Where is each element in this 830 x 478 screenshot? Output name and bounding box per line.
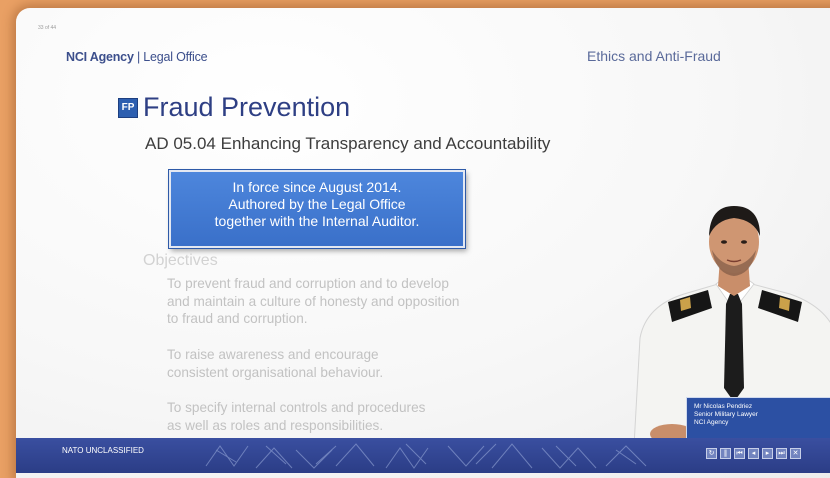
- next-icon[interactable]: ▸: [762, 448, 773, 459]
- presenter-caption: Mr Nicolas Pendriez Senior Military Lawy…: [686, 397, 830, 440]
- slide-title: Fraud Prevention: [143, 92, 351, 122]
- pause-icon[interactable]: ‖: [720, 448, 731, 459]
- close-icon[interactable]: ✕: [790, 448, 801, 459]
- last-slide-icon[interactable]: ⏭: [776, 448, 787, 459]
- header-org: NCI Agency | Legal Office: [66, 50, 208, 64]
- player-controls: ↻ ‖ ⏮ ◂ ▸ ⏭ ✕: [706, 448, 801, 459]
- presenter-role: Senior Military Lawyer: [694, 411, 758, 418]
- slide-subtitle: AD 05.04 Enhancing Transparency and Acco…: [145, 134, 551, 153]
- replay-icon[interactable]: ↻: [706, 448, 717, 459]
- callout-line: Authored by the Legal Office: [228, 196, 406, 212]
- slide: 33 of 44 NCI Agency | Legal Office Ethic…: [16, 8, 830, 478]
- header-separator: |: [133, 50, 144, 64]
- objective-line: To prevent fraud and corruption and to d…: [167, 276, 449, 291]
- objective-item: To prevent fraud and corruption and to d…: [167, 275, 459, 328]
- presenter-org: NCI Agency: [694, 419, 729, 426]
- first-slide-icon[interactable]: ⏮: [734, 448, 745, 459]
- objective-line: and maintain a culture of honesty and op…: [167, 293, 460, 309]
- title-row: FP Fraud Prevention: [118, 92, 350, 123]
- objective-item: To raise awareness and encourage consist…: [167, 346, 383, 381]
- objective-line: to fraud and corruption.: [167, 311, 308, 326]
- previous-icon[interactable]: ◂: [748, 448, 759, 459]
- objective-item: To specify internal controls and procedu…: [167, 399, 425, 434]
- footer-network-pattern: [205, 443, 647, 469]
- slide-footer: NATO UNCLASSIFIED ↻ ‖ ⏮ ◂ ▸ ⏭ ✕: [16, 438, 830, 473]
- callout-line: together with the Internal Auditor.: [214, 213, 420, 229]
- callout-box: In force since August 2014. Authored by …: [168, 169, 466, 249]
- slide-counter: 33 of 44: [38, 25, 57, 31]
- classification-label: NATO UNCLASSIFIED: [62, 446, 144, 455]
- objective-line: To specify internal controls and procedu…: [167, 400, 426, 415]
- fraud-prevention-logo-icon: FP: [118, 97, 138, 118]
- objective-line: consistent organisational behaviour.: [167, 364, 384, 380]
- section-title: Ethics and Anti-Fraud: [587, 48, 721, 64]
- objective-line: as well as roles and responsibilities.: [167, 417, 384, 433]
- presenter-name: Mr Nicolas Pendriez: [694, 403, 753, 410]
- objectives-heading: Objectives: [143, 252, 218, 269]
- dept-name: Legal Office: [143, 50, 208, 64]
- org-name: NCI Agency: [66, 50, 134, 64]
- callout-line: In force since August 2014.: [232, 179, 402, 195]
- objective-line: To raise awareness and encourage: [167, 347, 379, 362]
